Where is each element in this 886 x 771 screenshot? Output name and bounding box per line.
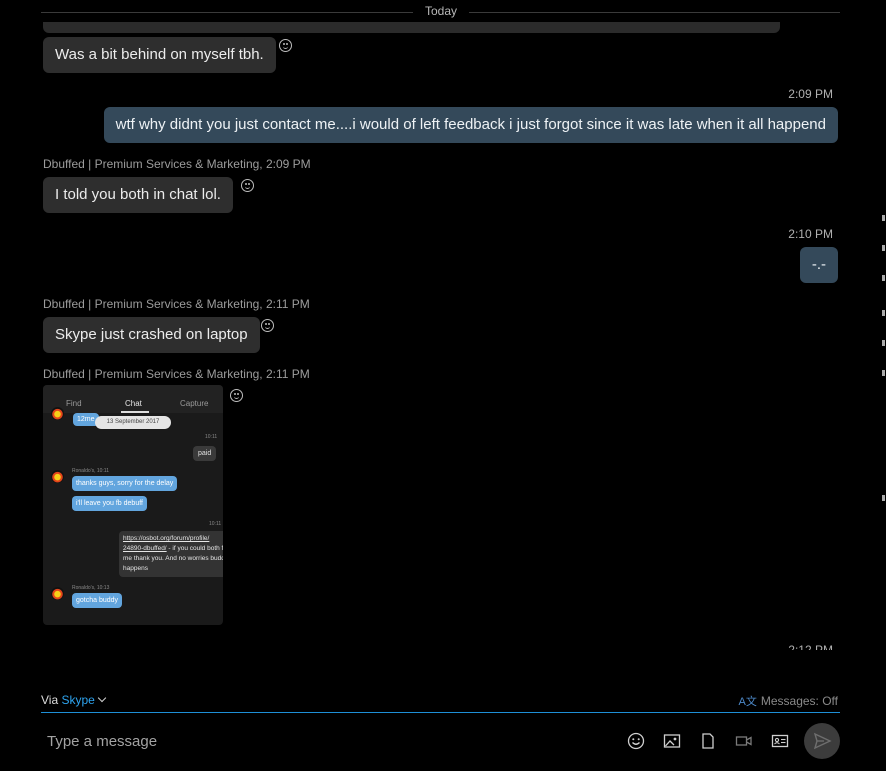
screenshot-avatar bbox=[51, 407, 64, 420]
incoming-message-bubble[interactable]: Skype just crashed on laptop bbox=[43, 317, 260, 353]
emoji-icon[interactable] bbox=[626, 731, 646, 751]
screenshot-tab-capture: Capture bbox=[180, 399, 209, 408]
incoming-message-bubble[interactable]: I told you both in chat lol. bbox=[43, 177, 233, 213]
screenshot-avatar bbox=[51, 470, 64, 483]
message-sender-meta: Dbuffed | Premium Services & Marketing, … bbox=[43, 297, 310, 311]
screenshot-sender: Ronaldo's, 10:11 bbox=[72, 468, 109, 474]
date-divider: Today bbox=[41, 4, 840, 20]
compose-divider bbox=[41, 712, 840, 713]
message-text: Was a bit behind on myself tbh. bbox=[55, 46, 264, 63]
file-icon[interactable] bbox=[698, 731, 718, 751]
add-reaction-icon[interactable] bbox=[261, 319, 274, 332]
message-timestamp: 2:12 PM bbox=[788, 643, 833, 650]
add-reaction-icon[interactable] bbox=[241, 179, 254, 192]
screenshot-bubble: thanks guys, sorry for the delay bbox=[72, 476, 178, 491]
screenshot-bubble: i'll leave you fb debuff bbox=[72, 496, 147, 511]
send-via-selector[interactable]: Via Skype bbox=[41, 693, 107, 707]
screenshot-link: 24890-dbuffed/ bbox=[123, 545, 167, 552]
message-sender-meta: Dbuffed | Premium Services & Marketing, … bbox=[43, 157, 311, 171]
messages-status-label: Messages: Off bbox=[760, 694, 838, 708]
partial-message-bubble bbox=[43, 22, 780, 33]
divider-line-left bbox=[41, 12, 413, 13]
screenshot-tab-underline bbox=[121, 411, 149, 413]
video-message-icon[interactable] bbox=[734, 731, 754, 751]
image-attachment[interactable]: Find Chat Capture 12me 13 September 2017… bbox=[43, 385, 223, 625]
translate-icon: A文 bbox=[738, 696, 757, 708]
via-service-name: Skype bbox=[61, 693, 95, 707]
scrollbar-track[interactable] bbox=[882, 215, 886, 515]
message-text: Skype just crashed on laptop bbox=[55, 326, 248, 343]
screenshot-bubble: gotcha buddy bbox=[72, 593, 123, 608]
message-translator-toggle[interactable]: A文 Messages: Off bbox=[739, 693, 839, 709]
screenshot-bubble: paid bbox=[193, 446, 217, 461]
send-icon bbox=[813, 732, 832, 750]
chevron-down-icon bbox=[97, 693, 107, 703]
divider-line-right bbox=[469, 12, 840, 13]
message-input[interactable] bbox=[41, 727, 613, 755]
chat-window: Today Was a bit behind on myself tbh. 2:… bbox=[0, 0, 886, 771]
screenshot-tab-chat: Chat bbox=[125, 399, 142, 408]
message-timestamp: 2:09 PM bbox=[788, 87, 833, 101]
screenshot-tab-find: Find bbox=[66, 399, 82, 408]
screenshot-date-pill: 13 September 2017 bbox=[95, 416, 171, 429]
send-button[interactable] bbox=[804, 723, 840, 759]
screenshot-avatar bbox=[51, 587, 64, 600]
message-text: -.- bbox=[811, 256, 826, 273]
image-icon[interactable] bbox=[662, 731, 682, 751]
screenshot-time: 10:11 bbox=[209, 521, 222, 527]
incoming-message-bubble[interactable]: Was a bit behind on myself tbh. bbox=[43, 37, 276, 73]
outgoing-message-bubble[interactable]: wtf why didnt you just contact me....i w… bbox=[103, 107, 838, 143]
screenshot-link: https://osbot.org/forum/profile/ bbox=[123, 535, 210, 542]
outgoing-message-bubble[interactable]: -.- bbox=[799, 247, 838, 283]
via-label: Via bbox=[41, 693, 59, 707]
date-divider-label: Today bbox=[424, 4, 458, 18]
contact-card-icon[interactable] bbox=[770, 731, 790, 751]
screenshot-link-bubble: https://osbot.org/forum/profile/ 24890-d… bbox=[119, 531, 223, 577]
screenshot-sender: Ronaldo's, 10:13 bbox=[72, 585, 110, 591]
message-sender-meta: Dbuffed | Premium Services & Marketing, … bbox=[43, 367, 310, 381]
message-timestamp: 2:10 PM bbox=[788, 227, 833, 241]
message-text: I told you both in chat lol. bbox=[55, 186, 221, 203]
screenshot-time: 10:11 bbox=[205, 434, 218, 440]
add-reaction-icon[interactable] bbox=[230, 389, 243, 402]
add-reaction-icon[interactable] bbox=[279, 39, 292, 52]
message-text: wtf why didnt you just contact me....i w… bbox=[115, 116, 826, 133]
